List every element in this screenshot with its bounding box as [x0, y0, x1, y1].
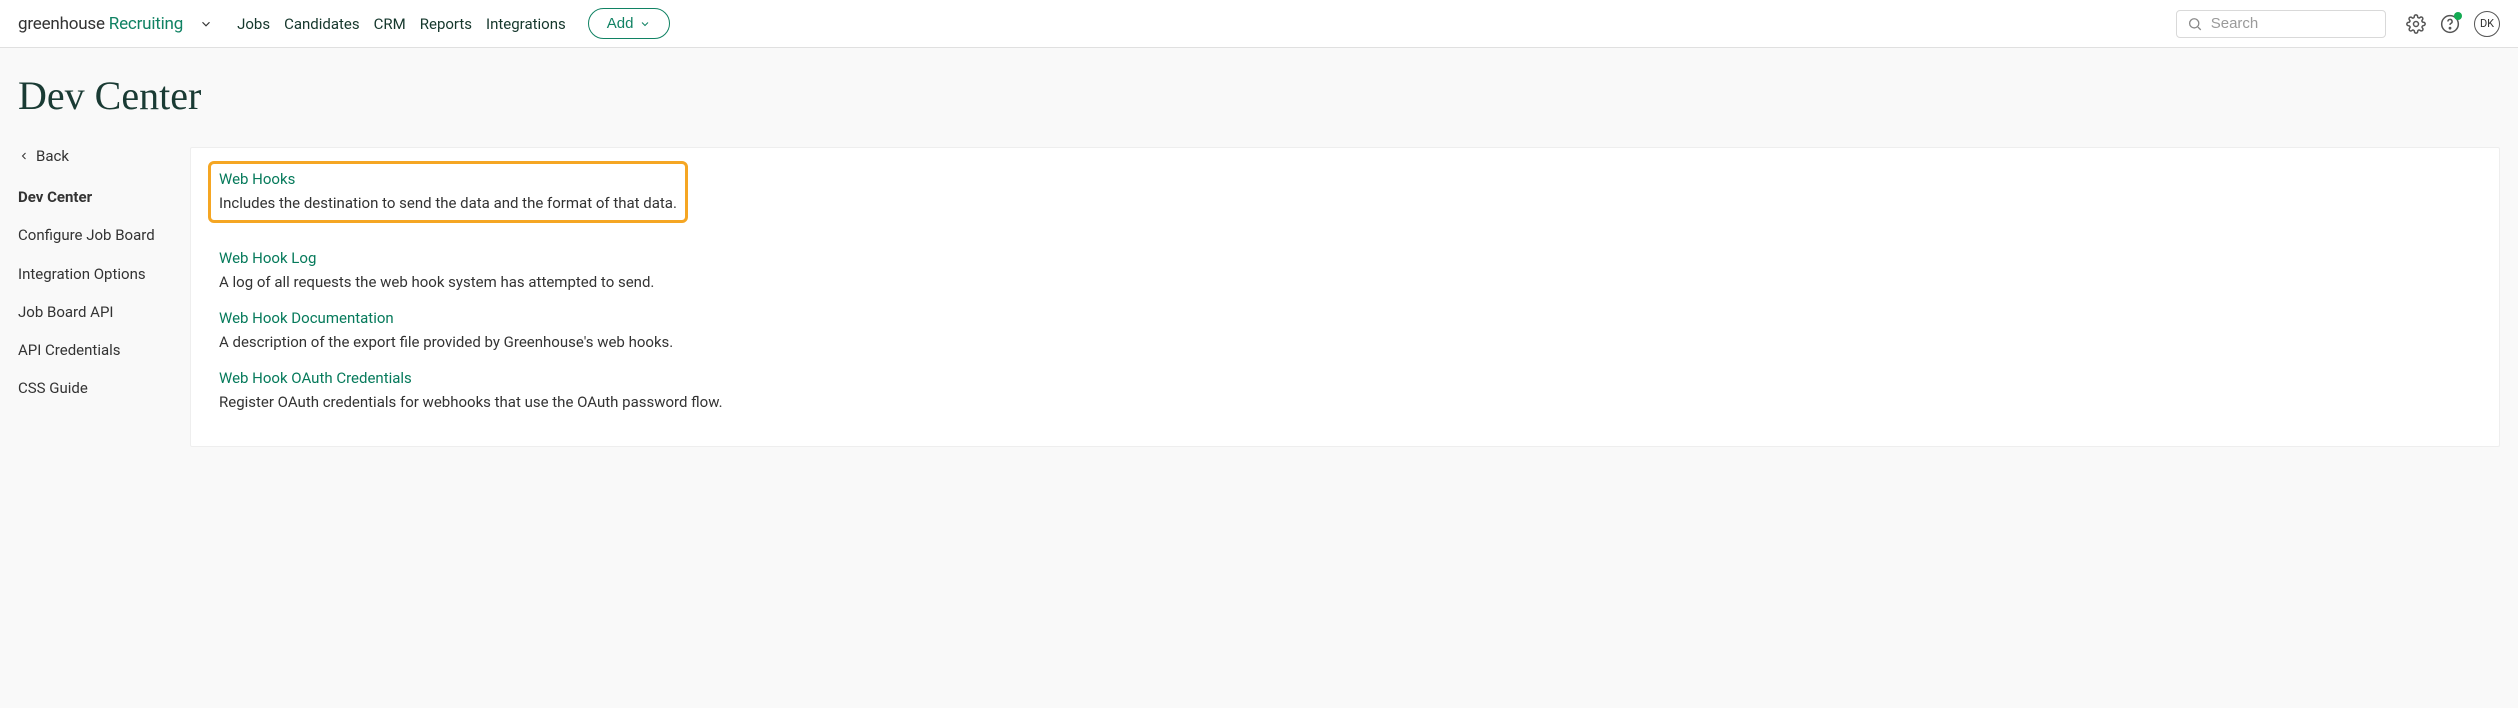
nav-crm[interactable]: CRM [374, 15, 406, 33]
sidebar-item-integration-options[interactable]: Integration Options [18, 264, 172, 284]
back-link[interactable]: Back [18, 147, 172, 165]
entry-link[interactable]: Web Hooks [219, 170, 295, 188]
notification-dot-icon [2454, 12, 2462, 20]
avatar[interactable]: DK [2474, 11, 2500, 37]
logo-main: greenhouse [18, 14, 105, 34]
entry-description: Register OAuth credentials for webhooks … [219, 393, 2471, 411]
logo-sub: Recruiting [109, 14, 183, 34]
sidebar-item-dev-center[interactable]: Dev Center [18, 187, 172, 207]
sidebar: Back Dev Center Configure Job Board Integr… [0, 147, 190, 417]
entry-web-hooks: Web Hooks Includes the destination to sen… [219, 170, 2471, 231]
nav-links: Jobs Candidates CRM Reports Integrations [237, 15, 566, 33]
search-input-wrapper[interactable] [2176, 10, 2386, 38]
entry-description: A log of all requests the web hook syste… [219, 273, 2471, 291]
avatar-initials: DK [2480, 17, 2494, 30]
back-label: Back [36, 147, 69, 165]
add-button-label: Add [607, 15, 634, 32]
page-title: Dev Center [0, 48, 2518, 147]
nav-reports[interactable]: Reports [420, 15, 472, 33]
sidebar-item-css-guide[interactable]: CSS Guide [18, 378, 172, 398]
settings-button[interactable] [2406, 14, 2426, 34]
chevron-left-icon [18, 150, 30, 162]
entry-link[interactable]: Web Hook Documentation [219, 309, 394, 327]
main-panel: Web Hooks Includes the destination to sen… [190, 147, 2500, 447]
sidebar-item-job-board-api[interactable]: Job Board API [18, 302, 172, 322]
add-button[interactable]: Add [588, 8, 671, 39]
search-icon [2187, 15, 2203, 33]
logo[interactable]: greenhouse Recruiting [18, 14, 183, 34]
entry-web-hook-oauth-credentials: Web Hook OAuth Credentials Register OAuth… [219, 369, 2471, 411]
sidebar-item-api-credentials[interactable]: API Credentials [18, 340, 172, 360]
body-row: Back Dev Center Configure Job Board Integr… [0, 147, 2518, 447]
topbar: greenhouse Recruiting Jobs Candidates CR… [0, 0, 2518, 48]
sidebar-item-configure-job-board[interactable]: Configure Job Board [18, 225, 172, 245]
chevron-down-icon [639, 18, 651, 30]
product-switcher-chevron-icon[interactable] [199, 17, 213, 31]
entry-description: Includes the destination to send the dat… [219, 194, 677, 212]
nav-candidates[interactable]: Candidates [284, 15, 360, 33]
entry-description: A description of the export file provide… [219, 333, 2471, 351]
entry-link[interactable]: Web Hook OAuth Credentials [219, 369, 412, 387]
nav-jobs[interactable]: Jobs [237, 15, 270, 33]
entry-web-hook-documentation: Web Hook Documentation A description of t… [219, 309, 2471, 351]
help-button[interactable] [2440, 14, 2460, 34]
search-input[interactable] [2211, 15, 2375, 32]
top-icons: DK [2406, 11, 2500, 37]
nav-integrations[interactable]: Integrations [486, 15, 566, 33]
highlight-box: Web Hooks Includes the destination to sen… [208, 161, 688, 223]
entry-web-hook-log: Web Hook Log A log of all requests the we… [219, 249, 2471, 291]
gear-icon [2406, 14, 2426, 34]
entry-link[interactable]: Web Hook Log [219, 249, 316, 267]
